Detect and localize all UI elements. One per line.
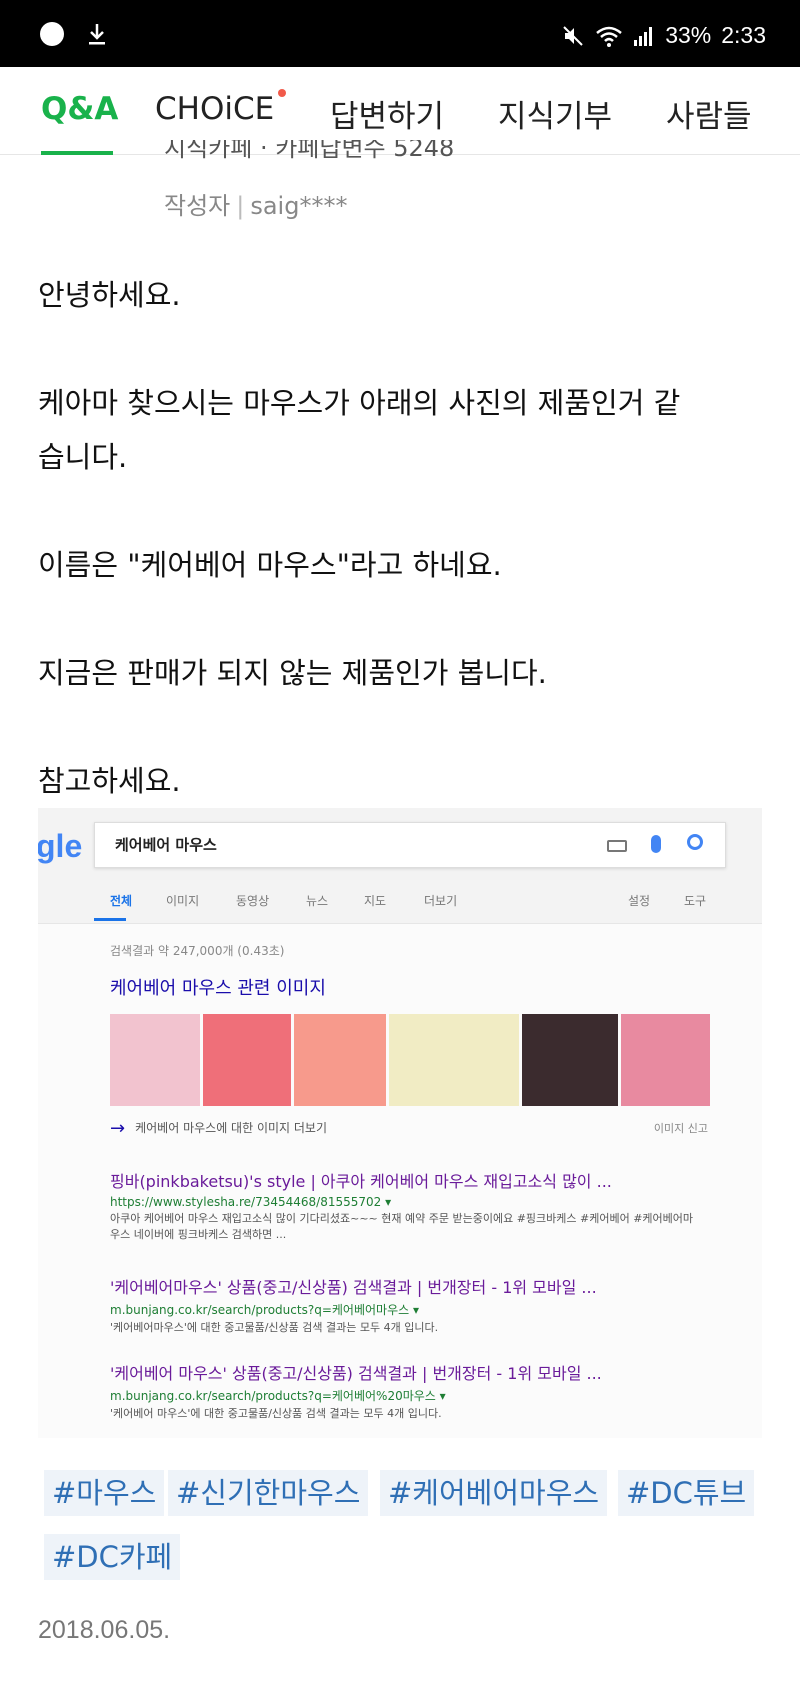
result-title: '케어베어 마우스' 상품(중고/신상품) 검색결과 | 번개장터 - 1위 모… [110, 1364, 602, 1383]
wifi-icon [596, 26, 622, 47]
thumbnail-image [389, 1014, 519, 1106]
status-bar: 33% 2:33 [0, 0, 800, 67]
screenshot-more-images: → 케어베어 마우스에 대한 이미지 더보기 [110, 1118, 327, 1139]
answer-p1-line2: 습니다. [38, 440, 128, 474]
screenshot-tab-videos: 동영상 [236, 894, 270, 908]
thumbnail-image [203, 1014, 291, 1106]
author-name[interactable]: saig**** [250, 192, 347, 220]
new-badge-dot [278, 89, 286, 97]
tab-knowledge-donation[interactable]: 지식기부 [498, 91, 612, 136]
post-date: 2018.06.05. [38, 1616, 171, 1644]
screenshot-tab-maps: 지도 [364, 894, 387, 908]
screenshot-report-images: 이미지 신고 [653, 1122, 708, 1135]
screenshot-result: '케어베어 마우스' 상품(중고/신상품) 검색결과 | 번개장터 - 1위 모… [110, 1360, 700, 1422]
tab-choice[interactable]: CHOiCE [155, 91, 274, 127]
screenshot-result: '케어베어마우스' 상품(중고/신상품) 검색결과 | 번개장터 - 1위 모바… [110, 1274, 700, 1336]
hashtag[interactable]: #마우스 [44, 1470, 165, 1516]
hashtag[interactable]: #케어베어마우스 [380, 1470, 608, 1516]
screenshot-search-header: gle 케어베어 마우스 전체 이미지 동영상 뉴스 지도 더보기 설정 도구 [38, 808, 762, 924]
search-icon [687, 834, 703, 850]
screenshot-image-strip [110, 1014, 710, 1106]
thumbnail-image [522, 1014, 618, 1106]
tab-qna[interactable]: Q&A [41, 91, 118, 127]
hashtag[interactable]: #DC카페 [44, 1534, 181, 1580]
tab-answer[interactable]: 답변하기 [330, 91, 444, 136]
search-screenshot-image[interactable]: gle 케어베어 마우스 전체 이미지 동영상 뉴스 지도 더보기 설정 도구 … [38, 808, 762, 1438]
screenshot-tools: 도구 [684, 894, 707, 908]
answer-p1-line1: 케아마 찾으시는 마우스가 아래의 사진의 제품인거 같 [38, 386, 681, 420]
signal-icon [634, 26, 653, 46]
screenshot-active-tab-indicator [94, 918, 126, 921]
arrow-right-icon: → [110, 1118, 126, 1139]
result-title: 핑바(pinkbaketsu)'s style | 아쿠아 케어베어 마우스 재… [110, 1172, 612, 1191]
hashtag[interactable]: #신기한마우스 [168, 1470, 369, 1516]
microphone-icon [651, 835, 661, 853]
answerer-meta: 지식카페 · 카페답변수 5248 [164, 140, 455, 162]
author-label: 작성자 [164, 192, 231, 220]
screenshot-tab-all: 전체 [110, 894, 133, 908]
battery-percent: 33% [665, 22, 712, 48]
answer-p4: 참고하세요. [38, 764, 181, 798]
result-title: '케어베어마우스' 상품(중고/신상품) 검색결과 | 번개장터 - 1위 모바… [110, 1278, 597, 1297]
screenshot-search-box: 케어베어 마우스 [94, 822, 726, 868]
answer-p2: 이름은 "케어베어 마우스"라고 하네요. [38, 548, 502, 582]
screenshot-query: 케어베어 마우스 [115, 836, 217, 854]
search-logo: gle [38, 828, 83, 864]
screenshot-tab-more: 더보기 [424, 894, 458, 908]
mute-icon [563, 25, 583, 46]
result-snippet: 아쿠아 케어베어 마우스 재입고소식 많이 기다리셨죠~~~ 현재 예약 주문 … [110, 1212, 694, 1241]
screenshot-result: 핑바(pinkbaketsu)'s style | 아쿠아 케어베어 마우스 재… [110, 1168, 700, 1243]
tab-people[interactable]: 사람들 [666, 91, 752, 136]
screenshot-image-heading: 케어베어 마우스 관련 이미지 [110, 978, 326, 999]
download-icon [89, 24, 105, 45]
keyboard-icon [607, 840, 627, 852]
thumbnail-image [621, 1014, 710, 1106]
result-url: m.bunjang.co.kr/search/products?q=케어베어%2… [110, 1389, 446, 1403]
result-url: https://www.stylesha.re/73454468/8155570… [110, 1195, 392, 1209]
result-snippet: '케어베어마우스'에 대한 중고물품/신상품 검색 결과는 모두 4개 입니다. [110, 1321, 439, 1334]
active-tab-indicator [41, 151, 113, 155]
notification-dot-icon [40, 22, 64, 46]
author-line: 작성자 | saig**** [164, 192, 348, 220]
screenshot-tab-news: 뉴스 [306, 894, 329, 908]
thumbnail-image [110, 1014, 200, 1106]
hashtag[interactable]: #DC튜브 [618, 1470, 755, 1516]
answer-greeting: 안녕하세요. [38, 278, 181, 312]
answer-p3: 지금은 판매가 되지 않는 제품인가 봅니다. [38, 656, 547, 690]
screenshot-result-count: 검색결과 약 247,000개 (0.43초) [110, 944, 285, 958]
result-snippet: '케어베어 마우스'에 대한 중고물품/신상품 검색 결과는 모두 4개 입니다… [110, 1407, 442, 1420]
result-url: m.bunjang.co.kr/search/products?q=케어베어마우… [110, 1303, 419, 1317]
thumbnail-image [294, 1014, 386, 1106]
screenshot-settings: 설정 [628, 894, 651, 908]
screenshot-tab-images: 이미지 [166, 894, 200, 908]
clock: 2:33 [721, 22, 766, 48]
